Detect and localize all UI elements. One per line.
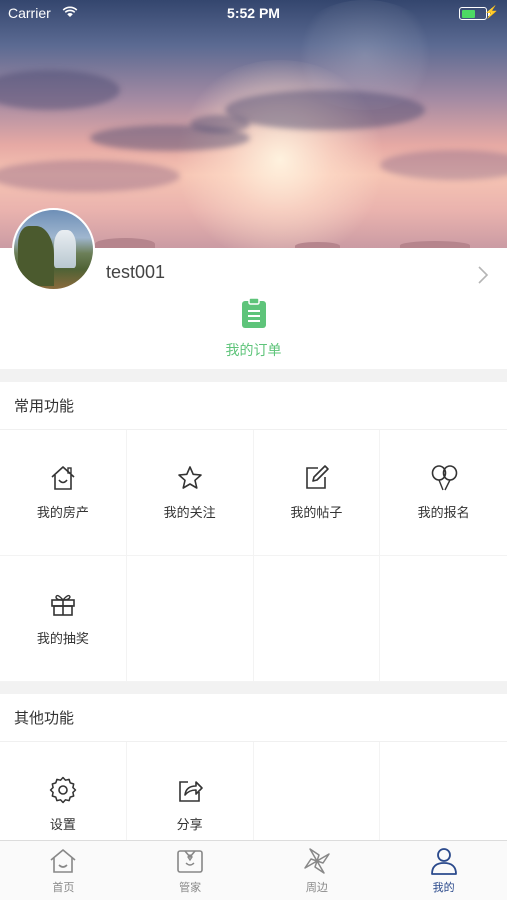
empty-cell	[126, 556, 254, 682]
balloons-icon	[431, 465, 457, 491]
home-icon	[50, 849, 76, 873]
share-icon	[178, 781, 203, 802]
avatar[interactable]	[12, 208, 95, 291]
item-label: 我的帖子	[290, 506, 343, 521]
item-label: 我的抽奖	[36, 632, 89, 647]
cloud	[0, 160, 180, 192]
pinwheel-icon	[304, 848, 330, 874]
cloud	[190, 115, 250, 133]
tab-label: 管家	[179, 881, 202, 894]
gear-icon	[49, 776, 77, 804]
chevron-right-icon[interactable]	[477, 266, 489, 284]
empty-cell	[380, 556, 507, 682]
butler-icon	[177, 850, 203, 873]
tab-label: 我的	[432, 881, 455, 894]
tab-home[interactable]: 首页	[0, 841, 127, 900]
item-label: 我的报名	[417, 506, 470, 521]
item-label: 分享	[176, 818, 203, 833]
cloud	[380, 150, 507, 180]
battery-icon	[459, 7, 490, 20]
status-time: 5:52 PM	[227, 5, 280, 21]
tab-label: 周边	[305, 881, 328, 894]
clipboard-icon	[241, 298, 266, 328]
edit-icon	[306, 465, 330, 489]
my-lottery-button[interactable]: 我的抽奖	[0, 556, 127, 682]
item-label: 设置	[49, 818, 76, 833]
tab-bar: 首页 管家 周边 我的	[0, 840, 507, 900]
my-posts-button[interactable]: 我的帖子	[253, 430, 381, 556]
common-functions-section: 常用功能 我的房产 我的关注 我的帖子 我的报名 我的抽奖	[0, 382, 507, 682]
section-title: 其他功能	[0, 694, 507, 742]
cloud	[225, 90, 425, 130]
item-label: 我的关注	[163, 506, 216, 521]
house-icon	[51, 466, 75, 490]
section-title: 常用功能	[0, 382, 507, 430]
my-property-button[interactable]: 我的房产	[0, 430, 127, 556]
star-icon	[177, 466, 202, 489]
status-bar: Carrier 5:52 PM ⚡	[0, 0, 507, 28]
user-icon	[430, 848, 457, 875]
empty-cell	[253, 556, 381, 682]
my-follows-button[interactable]: 我的关注	[126, 430, 254, 556]
my-orders-button[interactable]: 我的订单	[0, 298, 507, 360]
tab-mine[interactable]: 我的	[380, 841, 507, 900]
tab-nearby[interactable]: 周边	[254, 841, 381, 900]
charging-icon: ⚡	[484, 5, 499, 19]
my-orders-label: 我的订单	[225, 343, 282, 359]
item-label: 我的房产	[36, 506, 89, 521]
tab-butler[interactable]: 管家	[127, 841, 254, 900]
gift-icon	[51, 594, 75, 616]
cloud	[0, 70, 120, 110]
my-registrations-button[interactable]: 我的报名	[380, 430, 507, 556]
profile-background-image	[0, 0, 507, 250]
username[interactable]: test001	[106, 262, 165, 283]
tab-label: 首页	[52, 881, 75, 894]
